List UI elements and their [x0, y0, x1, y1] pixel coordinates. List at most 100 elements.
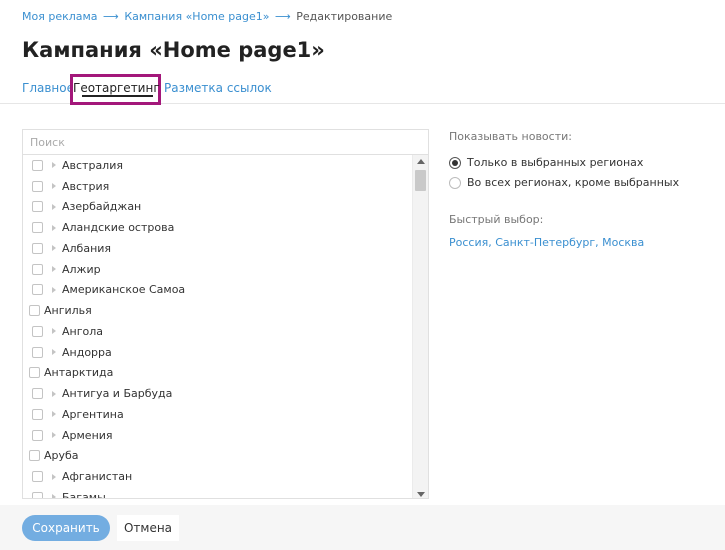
scroll-thumb[interactable] — [415, 170, 426, 191]
region-label: Алжир — [62, 262, 101, 276]
expand-arrow-icon[interactable] — [52, 245, 56, 252]
list-item[interactable]: Аландские острова — [23, 217, 413, 238]
list-item[interactable]: Антарктида — [23, 363, 413, 384]
list-item[interactable]: Андорра — [23, 342, 413, 363]
expand-arrow-icon[interactable] — [52, 494, 56, 498]
list-item[interactable]: Аргентина — [23, 404, 413, 425]
expand-arrow-icon[interactable] — [52, 203, 56, 210]
quick-select-moscow[interactable]: Москва — [602, 236, 644, 249]
region-label: Австрия — [62, 179, 110, 193]
scroll-up-arrow-icon[interactable] — [417, 159, 425, 164]
region-label: Азербайджан — [62, 200, 142, 214]
list-item[interactable]: Ангола — [23, 321, 413, 342]
list-item[interactable]: Антигуа и Барбуда — [23, 383, 413, 404]
region-checkbox[interactable] — [32, 471, 43, 483]
region-checkbox[interactable] — [29, 305, 40, 317]
region-label: Антигуа и Барбуда — [62, 387, 173, 401]
quick-select-russia[interactable]: Россия — [449, 236, 488, 249]
radio-option-label: Только в выбранных регионах — [467, 156, 644, 169]
radio-option-except-selected[interactable]: Во всех регионах, кроме выбранных — [449, 176, 719, 189]
list-item[interactable]: Австрия — [23, 176, 413, 197]
tab-bar: Главное Геотаргетинг Разметка ссылок — [0, 74, 725, 105]
region-checkbox[interactable] — [32, 284, 43, 296]
radio-option-label: Во всех регионах, кроме выбранных — [467, 176, 680, 189]
list-item[interactable]: Багамы — [23, 487, 413, 499]
expand-arrow-icon[interactable] — [52, 224, 56, 231]
region-checkbox[interactable] — [32, 180, 43, 192]
breadcrumb-link-campaign[interactable]: Кампания «Home page1» — [124, 10, 269, 23]
expand-arrow-icon[interactable] — [52, 266, 56, 273]
tab-main[interactable]: Главное — [22, 81, 74, 95]
region-checkbox[interactable] — [32, 491, 43, 498]
expand-arrow-icon[interactable] — [52, 162, 56, 169]
region-checkbox[interactable] — [32, 159, 43, 171]
region-label: Антарктида — [44, 366, 114, 380]
expand-arrow-icon[interactable] — [52, 432, 56, 439]
list-item[interactable]: Алжир — [23, 259, 413, 280]
region-label: Аргентина — [62, 407, 124, 421]
region-checkbox[interactable] — [32, 201, 43, 213]
region-checkbox[interactable] — [32, 388, 43, 400]
region-label: Андорра — [62, 345, 112, 359]
quick-select-saint-petersburg[interactable]: Санкт-Петербург — [495, 236, 595, 249]
region-list-scrollbar[interactable] — [412, 155, 428, 498]
region-label: Багамы — [62, 490, 106, 499]
scroll-down-arrow-icon[interactable] — [417, 492, 425, 497]
region-checkbox[interactable] — [29, 450, 40, 462]
list-item[interactable]: Афганистан — [23, 466, 413, 487]
region-label: Албания — [62, 241, 112, 255]
radio-button-unchecked[interactable] — [449, 176, 461, 189]
list-item[interactable]: Ангилья — [23, 300, 413, 321]
tab-link-markup[interactable]: Разметка ссылок — [164, 81, 272, 95]
region-label: Ангола — [62, 324, 103, 338]
region-checkbox[interactable] — [32, 263, 43, 275]
region-label: Аруба — [44, 449, 79, 463]
radio-button-checked[interactable] — [449, 156, 461, 169]
page-title: Кампания «Home page1» — [22, 38, 325, 62]
region-label: Армения — [62, 428, 113, 442]
region-checkbox[interactable] — [32, 325, 43, 337]
breadcrumb-current: Редактирование — [296, 10, 393, 23]
expand-arrow-icon[interactable] — [52, 349, 56, 356]
region-list-panel: Австралия Австрия Азербайджан Аландские ост… — [22, 129, 429, 499]
expand-arrow-icon[interactable] — [52, 183, 56, 190]
list-item[interactable]: Аруба — [23, 446, 413, 467]
region-list: Австралия Австрия Азербайджан Аландские ост… — [23, 155, 413, 499]
expand-arrow-icon[interactable] — [52, 473, 56, 480]
region-search-input[interactable] — [23, 130, 428, 155]
region-checkbox[interactable] — [32, 242, 43, 254]
radio-option-selected-regions[interactable]: Только в выбранных регионах — [449, 156, 719, 169]
list-item[interactable]: Американское Самоа — [23, 280, 413, 301]
list-item[interactable]: Армения — [23, 425, 413, 446]
region-checkbox[interactable] — [32, 408, 43, 420]
cancel-button[interactable]: Отмена — [117, 515, 179, 541]
expand-arrow-icon[interactable] — [52, 390, 56, 397]
expand-arrow-icon[interactable] — [52, 286, 56, 293]
region-checkbox[interactable] — [32, 346, 43, 358]
breadcrumb: Моя реклама ⟶ Кампания «Home page1» ⟶ Ре… — [22, 10, 392, 23]
region-checkbox[interactable] — [32, 222, 43, 234]
breadcrumb-link-my-ads[interactable]: Моя реклама — [22, 10, 98, 23]
region-label: Аландские острова — [62, 221, 175, 235]
region-label: Ангилья — [44, 304, 92, 318]
list-item[interactable]: Албания — [23, 238, 413, 259]
expand-arrow-icon[interactable] — [52, 411, 56, 418]
region-checkbox[interactable] — [29, 367, 40, 379]
active-tab-underline — [82, 95, 153, 97]
footer-bar: Сохранить Отмена — [0, 505, 725, 550]
expand-arrow-icon[interactable] — [52, 328, 56, 335]
list-item[interactable]: Азербайджан — [23, 197, 413, 218]
breadcrumb-arrow-icon: ⟶ — [103, 10, 119, 23]
quick-select-links: Россия, Санкт-Петербург, Москва — [449, 236, 719, 249]
save-button[interactable]: Сохранить — [22, 515, 110, 541]
news-display-label: Показывать новости: — [449, 130, 572, 143]
display-settings-panel: Показывать новости: Только в выбранных р… — [449, 130, 719, 249]
tab-geotargeting[interactable]: Геотаргетинг — [70, 74, 161, 105]
quick-select-label: Быстрый выбор: — [449, 213, 544, 226]
region-checkbox[interactable] — [32, 429, 43, 441]
region-label: Австралия — [62, 158, 123, 172]
tab-geotargeting-label: Геотаргетинг — [73, 81, 160, 95]
region-label: Афганистан — [62, 470, 133, 484]
list-item[interactable]: Австралия — [23, 155, 413, 176]
region-label: Американское Самоа — [62, 283, 186, 297]
